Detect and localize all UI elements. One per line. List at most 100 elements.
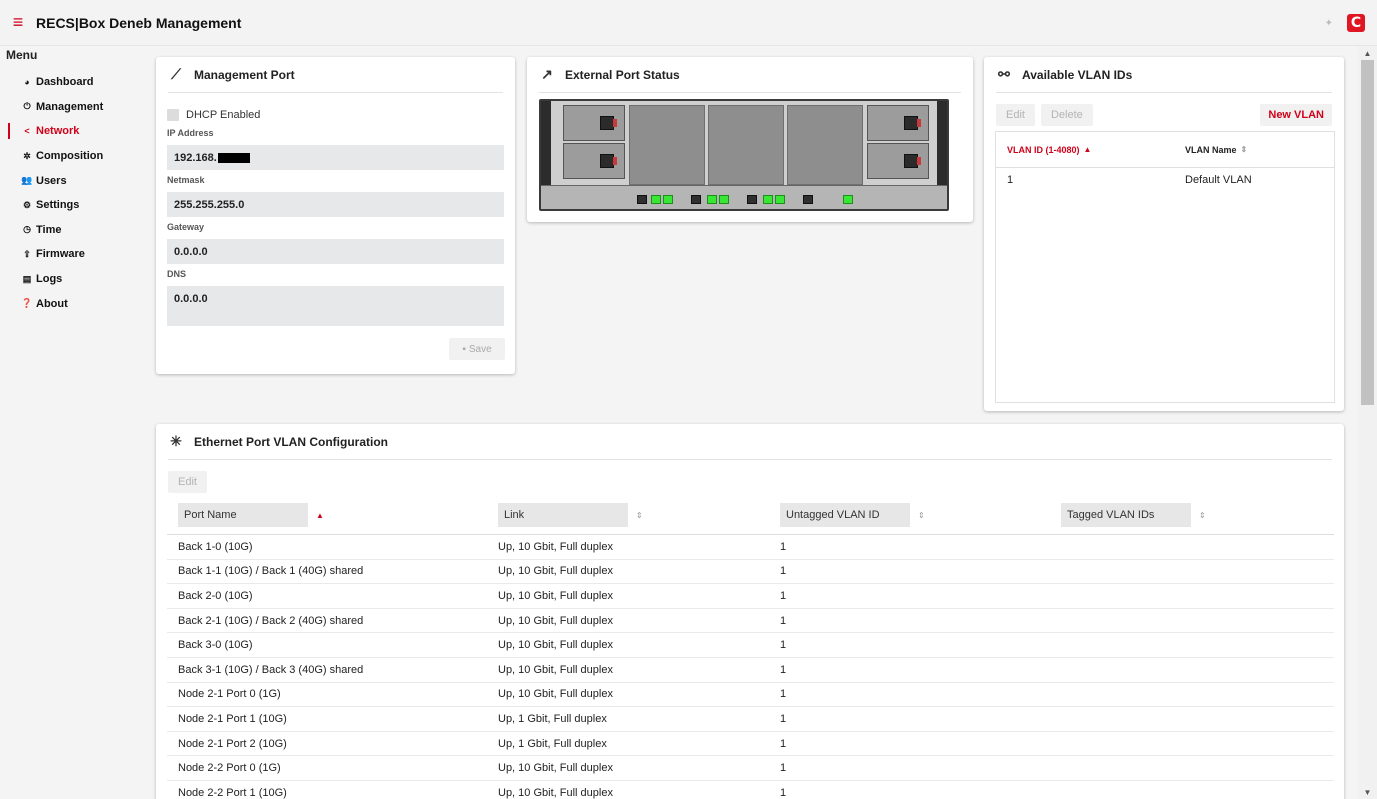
scroll-down-icon[interactable]: ▼: [1358, 785, 1377, 799]
sidebar-item-composition[interactable]: ✲ Composition: [0, 144, 146, 169]
port-name-cell: Back 1-0 (10G): [178, 540, 253, 553]
untagged-vlan-cell: 1: [780, 688, 787, 701]
port-name-cell: Back 3-1 (10G) / Back 3 (40G) shared: [178, 663, 364, 676]
vlan-id-column-header[interactable]: VLAN ID (1-4080) ▲: [996, 145, 1174, 155]
table-row[interactable]: Back 3-0 (10G) Up, 10 Gbit, Full duplex 1: [167, 633, 1334, 658]
untagged-vlan-cell: 1: [780, 614, 787, 627]
port-led: [763, 195, 773, 204]
port-led: [843, 195, 853, 204]
port-rail: [541, 185, 947, 209]
psu-4: [867, 143, 929, 179]
netmask-label: Netmask: [167, 175, 205, 185]
psu-2: [563, 143, 625, 179]
table-row[interactable]: Back 2-1 (10G) / Back 2 (40G) shared Up, …: [167, 609, 1334, 634]
link-column-header[interactable]: Link ⇕: [487, 503, 769, 527]
sidebar-item-settings[interactable]: ⚙ Settings: [0, 193, 146, 218]
save-button[interactable]: ▪ Save: [449, 338, 505, 360]
psu-3: [867, 105, 929, 141]
composition-icon: ✲: [23, 150, 31, 161]
vlan-ids-title: Available VLAN IDs: [1022, 67, 1133, 82]
upload-icon: ⇪: [23, 248, 31, 259]
link-cell: Up, 10 Gbit, Full duplex: [498, 663, 613, 676]
vlan-table: VLAN ID (1-4080) ▲ VLAN Name ⇕ 1 Default V…: [995, 131, 1335, 403]
untagged-column-header[interactable]: Untagged VLAN ID ⇕: [769, 503, 1050, 527]
table-row[interactable]: Back 1-0 (10G) Up, 10 Gbit, Full duplex 1: [167, 535, 1334, 560]
share-nodes-icon: ⚯: [998, 66, 1010, 82]
vlan-name-column-header[interactable]: VLAN Name ⇕: [1174, 145, 1247, 155]
table-row[interactable]: Node 2-2 Port 0 (1G) Up, 10 Gbit, Full du…: [167, 756, 1334, 781]
port-name-cell: Node 2-2 Port 0 (1G): [178, 762, 281, 775]
sidebar-item-firmware[interactable]: ⇪ Firmware: [0, 242, 146, 267]
new-vlan-button[interactable]: New VLAN: [1260, 104, 1332, 126]
dhcp-checkbox[interactable]: [167, 109, 179, 121]
table-row[interactable]: Back 2-0 (10G) Up, 10 Gbit, Full duplex 1: [167, 584, 1334, 609]
external-link-icon: ↗: [541, 66, 553, 82]
management-port-title: Management Port: [194, 67, 295, 82]
port-led: [691, 195, 701, 204]
chassis-image: [539, 99, 949, 211]
port-name-column-header[interactable]: Port Name ▲: [167, 503, 487, 527]
redaction-box: [217, 152, 250, 163]
brand-logo[interactable]: C: [1347, 14, 1365, 32]
sidebar-item-management[interactable]: ⏻ Management: [0, 95, 146, 120]
vlan-ids-header: ⚯ Available VLAN IDs: [996, 57, 1332, 93]
link-cell: Up, 10 Gbit, Full duplex: [498, 639, 613, 652]
sidebar-item-label: Time: [36, 223, 62, 236]
vlan-toolbar: Edit Delete New VLAN: [984, 93, 1344, 127]
scroll-thumb[interactable]: [1361, 60, 1374, 405]
sidebar-item-label: Dashboard: [36, 76, 94, 89]
management-port-header: ⟋ Management Port: [168, 57, 503, 93]
clock-icon: ◷: [23, 224, 31, 235]
scroll-up-icon[interactable]: ▲: [1358, 46, 1377, 60]
sidebar-item-about[interactable]: ❓ About: [0, 291, 146, 316]
sidebar-item-logs[interactable]: ▤ Logs: [0, 267, 146, 292]
netmask-field[interactable]: 255.255.255.0: [167, 192, 504, 217]
sort-icon: ⇕: [1240, 145, 1248, 154]
dhcp-label: DHCP Enabled: [186, 109, 261, 121]
ethernet-table: Port Name ▲ Link ⇕ Untagged VLAN ID ⇕ Tagge…: [167, 496, 1334, 799]
table-row[interactable]: Node 2-1 Port 0 (1G) Up, 10 Gbit, Full du…: [167, 683, 1334, 708]
tagged-column-header[interactable]: Tagged VLAN IDs ⇕: [1050, 503, 1334, 527]
sidebar-item-time[interactable]: ◷ Time: [0, 218, 146, 243]
untagged-vlan-cell: 1: [780, 762, 787, 775]
link-cell: Up, 10 Gbit, Full duplex: [498, 786, 613, 799]
vlan-edit-button[interactable]: Edit: [996, 104, 1035, 126]
port-led: [663, 195, 673, 204]
table-row[interactable]: Node 2-1 Port 1 (10G) Up, 1 Gbit, Full du…: [167, 707, 1334, 732]
sidebar-item-dashboard[interactable]: ◕ Dashboard: [0, 70, 146, 95]
table-row[interactable]: Back 3-1 (10G) / Back 3 (40G) shared Up, …: [167, 658, 1334, 683]
ip-address-field[interactable]: 192.168.: [167, 145, 504, 170]
save-label: Save: [468, 343, 492, 355]
untagged-vlan-cell: 1: [780, 737, 787, 750]
table-row[interactable]: Back 1-1 (10G) / Back 1 (40G) shared Up, …: [167, 560, 1334, 585]
table-row[interactable]: Node 2-2 Port 1 (10G) Up, 10 Gbit, Full d…: [167, 781, 1334, 799]
sidebar-item-label: Network: [36, 125, 80, 138]
external-port-title: External Port Status: [565, 67, 680, 82]
nav-list: ◕ Dashboard ⏻ Management < Network ✲ Compositio…: [0, 70, 146, 316]
sort-icon: ⇕: [1199, 510, 1206, 520]
vlan-name-header-label: VLAN Name: [1185, 144, 1237, 155]
network-nodes-icon: ✳: [170, 433, 182, 449]
table-row[interactable]: Node 2-1 Port 2 (10G) Up, 1 Gbit, Full du…: [167, 732, 1334, 757]
bay-2: [708, 105, 784, 185]
sort-icon: ⇕: [918, 510, 925, 520]
header-actions: ✦ C: [1325, 14, 1365, 32]
hamburger-icon[interactable]: ≡: [0, 0, 36, 46]
untagged-vlan-cell: 1: [780, 589, 787, 602]
sidebar-item-users[interactable]: 👥 Users: [0, 168, 146, 193]
ethernet-edit-button[interactable]: Edit: [168, 471, 207, 493]
vlan-row[interactable]: 1 Default VLAN: [996, 168, 1334, 192]
sidebar-item-network[interactable]: < Network: [0, 119, 146, 144]
dns-field[interactable]: 0.0.0.0: [167, 286, 504, 326]
ethernet-toolbar: Edit: [156, 460, 1344, 494]
share-icon: <: [24, 126, 30, 137]
pin-icon[interactable]: ✦: [1325, 18, 1333, 29]
link-cell: Up, 10 Gbit, Full duplex: [498, 762, 613, 775]
gateway-field[interactable]: 0.0.0.0: [167, 239, 504, 264]
ip-address-value: 192.168.: [174, 151, 217, 164]
sidebar-item-label: Logs: [36, 273, 63, 286]
vlan-delete-button[interactable]: Delete: [1040, 104, 1093, 126]
page-scrollbar[interactable]: ▲ ▼: [1358, 46, 1377, 799]
menu-title: Menu: [6, 48, 38, 62]
sidebar-item-label: Firmware: [36, 248, 85, 261]
